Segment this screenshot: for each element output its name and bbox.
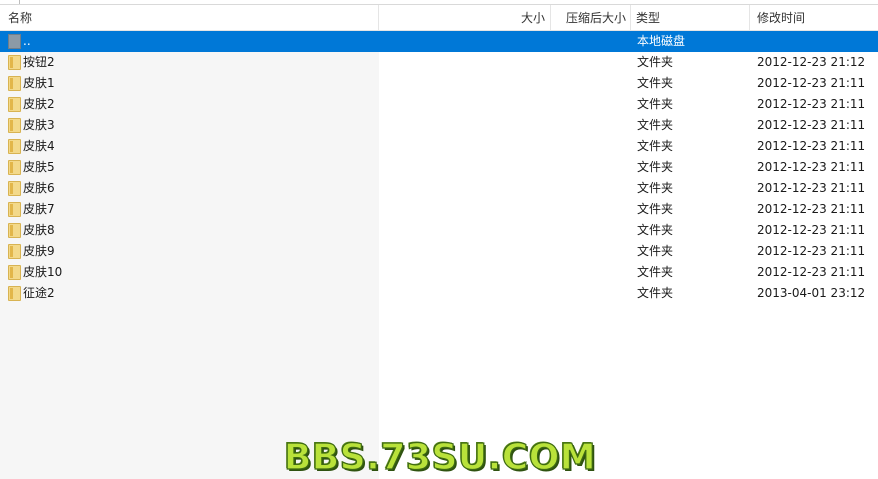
folder-icon <box>8 76 21 91</box>
file-name: 皮肤4 <box>23 139 55 153</box>
file-modified: 2013-04-01 23:12 <box>757 286 866 300</box>
folder-icon <box>8 181 21 196</box>
column-header-name[interactable]: ˄ 名称 <box>0 0 379 31</box>
file-name: 皮肤5 <box>23 160 55 174</box>
file-modified: 2012-12-23 21:11 <box>757 202 866 216</box>
site-watermark: BBS.73SU.COM <box>283 437 597 478</box>
file-row[interactable]: 皮肤2 文件夹 2012-12-23 21:11 <box>0 94 878 115</box>
up-folder-icon <box>8 34 21 49</box>
file-modified: 2012-12-23 21:11 <box>757 160 866 174</box>
file-modified: 2012-12-23 21:11 <box>757 139 866 153</box>
file-type: 文件夹 <box>637 244 674 258</box>
folder-icon <box>8 223 21 238</box>
file-modified: 2012-12-23 21:11 <box>757 97 866 111</box>
file-name: 皮肤6 <box>23 181 55 195</box>
column-header-name-label: 名称 <box>8 11 33 25</box>
file-type: 文件夹 <box>637 97 674 111</box>
file-name: 皮肤2 <box>23 97 55 111</box>
column-header-size[interactable]: 大小 <box>379 5 551 31</box>
folder-icon <box>8 286 21 301</box>
folder-icon <box>8 202 21 217</box>
column-header-bar: ˄ 名称 大小 压缩后大小 类型 修改时间 <box>0 0 878 31</box>
file-name: .. <box>23 34 31 48</box>
file-name: 皮肤3 <box>23 118 55 132</box>
file-row[interactable]: 皮肤3 文件夹 2012-12-23 21:11 <box>0 115 878 136</box>
file-modified: 2012-12-23 21:11 <box>757 223 866 237</box>
folder-icon <box>8 118 21 133</box>
file-type: 文件夹 <box>637 286 674 300</box>
column-header-type[interactable]: 类型 <box>631 5 750 31</box>
column-header-compressed-size[interactable]: 压缩后大小 <box>551 5 631 31</box>
file-row[interactable]: 皮肤10 文件夹 2012-12-23 21:11 <box>0 262 878 283</box>
file-row[interactable]: 皮肤1 文件夹 2012-12-23 21:11 <box>0 73 878 94</box>
folder-icon <box>8 160 21 175</box>
file-name: 征途2 <box>23 286 55 300</box>
file-modified: 2012-12-23 21:11 <box>757 118 866 132</box>
file-name: 皮肤9 <box>23 244 55 258</box>
file-type: 文件夹 <box>637 118 674 132</box>
file-type: 文件夹 <box>637 202 674 216</box>
file-modified: 2012-12-23 21:11 <box>757 76 866 90</box>
file-type: 本地磁盘 <box>637 34 686 48</box>
folder-icon <box>8 244 21 259</box>
file-name: 按钮2 <box>23 55 55 69</box>
file-row[interactable]: 皮肤6 文件夹 2012-12-23 21:11 <box>0 178 878 199</box>
file-name: 皮肤1 <box>23 76 55 90</box>
file-modified: 2012-12-23 21:12 <box>757 55 866 69</box>
folder-icon <box>8 139 21 154</box>
file-modified: 2012-12-23 21:11 <box>757 181 866 195</box>
column-header-modified[interactable]: 修改时间 <box>750 5 878 31</box>
file-row[interactable]: 皮肤4 文件夹 2012-12-23 21:11 <box>0 136 878 157</box>
file-type: 文件夹 <box>637 76 674 90</box>
file-list: .. 本地磁盘 按钮2 文件夹 2012-12-23 21:12 皮肤1 文件夹… <box>0 31 878 479</box>
file-type: 文件夹 <box>637 160 674 174</box>
file-name: 皮肤10 <box>23 265 63 279</box>
folder-icon <box>8 97 21 112</box>
file-row[interactable]: 皮肤5 文件夹 2012-12-23 21:11 <box>0 157 878 178</box>
file-modified: 2012-12-23 21:11 <box>757 244 866 258</box>
file-row[interactable]: 征途2 文件夹 2013-04-01 23:12 <box>0 283 878 304</box>
file-modified <box>757 31 877 52</box>
file-type: 文件夹 <box>637 223 674 237</box>
file-row[interactable]: 按钮2 文件夹 2012-12-23 21:12 <box>0 52 878 73</box>
file-type: 文件夹 <box>637 55 674 69</box>
folder-icon <box>8 55 21 70</box>
file-modified: 2012-12-23 21:11 <box>757 265 866 279</box>
top-edge-notch <box>0 0 20 4</box>
file-row[interactable]: 皮肤9 文件夹 2012-12-23 21:11 <box>0 241 878 262</box>
file-type: 文件夹 <box>637 265 674 279</box>
folder-icon <box>8 265 21 280</box>
file-row[interactable]: 皮肤7 文件夹 2012-12-23 21:11 <box>0 199 878 220</box>
file-type: 文件夹 <box>637 139 674 153</box>
sort-ascending-icon: ˄ <box>186 0 191 8</box>
file-row[interactable]: 皮肤8 文件夹 2012-12-23 21:11 <box>0 220 878 241</box>
file-row-parent-directory[interactable]: .. 本地磁盘 <box>0 31 878 52</box>
file-type: 文件夹 <box>637 181 674 195</box>
file-name: 皮肤7 <box>23 202 55 216</box>
file-name: 皮肤8 <box>23 223 55 237</box>
